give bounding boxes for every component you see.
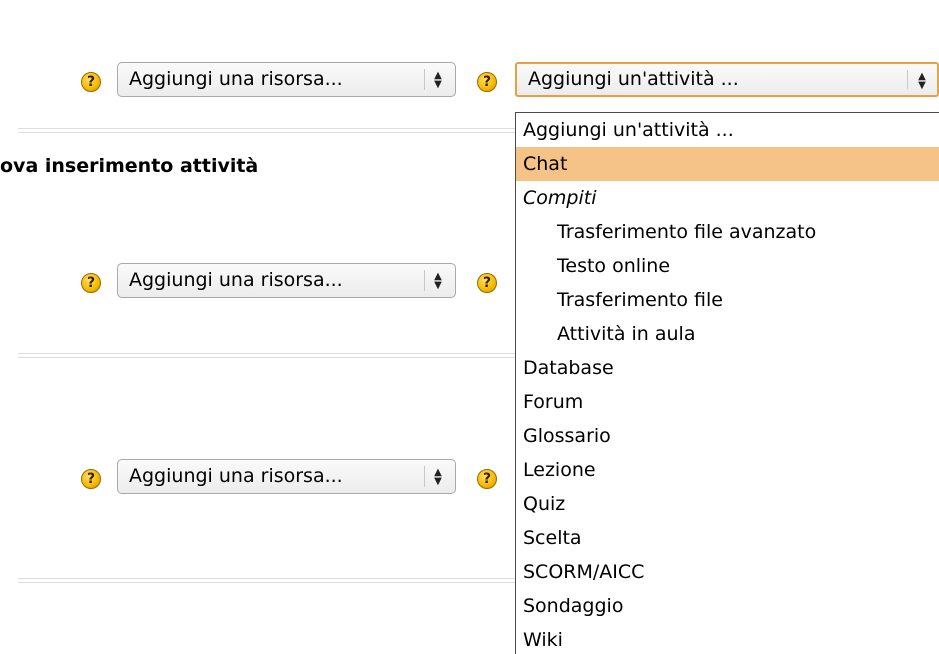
option-trasferimento-file[interactable]: Trasferimento file — [516, 283, 939, 317]
updown-arrows-icon: ▲ ▼ — [434, 271, 442, 291]
updown-arrows-icon: ▲ ▼ — [434, 467, 442, 487]
add-activity-select-value: Aggiungi un'attività ... — [528, 68, 739, 90]
option-testo-online[interactable]: Testo online — [516, 249, 939, 283]
option-sondaggio[interactable]: Sondaggio — [516, 589, 939, 623]
course-editing-page: ? Aggiungi una risorsa... ▲ ▼ ? Aggiungi … — [0, 0, 939, 654]
add-resource-select-2[interactable]: Aggiungi una risorsa... ▲ ▼ — [117, 263, 456, 298]
help-icon[interactable]: ? — [81, 469, 101, 489]
section-title: ova inserimento attività — [0, 155, 259, 177]
help-icon[interactable]: ? — [81, 72, 101, 92]
option-scelta[interactable]: Scelta — [516, 521, 939, 555]
help-icon[interactable]: ? — [477, 72, 497, 92]
add-activity-select[interactable]: Aggiungi un'attività ... ▲ ▼ — [515, 62, 939, 97]
option-scorm-aicc[interactable]: SCORM/AICC — [516, 555, 939, 589]
add-resource-select-1-value: Aggiungi una risorsa... — [129, 68, 343, 90]
select-separator — [424, 466, 425, 487]
add-resource-select-3-value: Aggiungi una risorsa... — [129, 465, 343, 487]
help-icon[interactable]: ? — [477, 273, 497, 293]
option-forum[interactable]: Forum — [516, 385, 939, 419]
option-trasferimento-file-avanzato[interactable]: Trasferimento file avanzato — [516, 215, 939, 249]
activity-dropdown-list: Aggiungi un'attività ... Chat Compiti Tr… — [515, 112, 939, 654]
option-lezione[interactable]: Lezione — [516, 453, 939, 487]
add-resource-select-3[interactable]: Aggiungi una risorsa... ▲ ▼ — [117, 459, 456, 494]
help-icon[interactable]: ? — [81, 273, 101, 293]
option-chat[interactable]: Chat — [516, 147, 939, 181]
select-separator — [424, 270, 425, 291]
add-resource-select-2-value: Aggiungi una risorsa... — [129, 269, 343, 291]
option-quiz[interactable]: Quiz — [516, 487, 939, 521]
updown-arrows-icon: ▲ ▼ — [918, 71, 926, 91]
help-icon[interactable]: ? — [477, 469, 497, 489]
option-glossario[interactable]: Glossario — [516, 419, 939, 453]
updown-arrows-icon: ▲ ▼ — [434, 70, 442, 90]
select-separator — [907, 70, 908, 89]
add-resource-select-1[interactable]: Aggiungi una risorsa... ▲ ▼ — [117, 62, 456, 97]
option-database[interactable]: Database — [516, 351, 939, 385]
option-add-activity[interactable]: Aggiungi un'attività ... — [516, 113, 939, 147]
optgroup-compiti: Compiti — [523, 187, 597, 209]
select-separator — [424, 69, 425, 90]
option-wiki[interactable]: Wiki — [516, 623, 939, 654]
option-attivita-in-aula[interactable]: Attività in aula — [516, 317, 939, 351]
